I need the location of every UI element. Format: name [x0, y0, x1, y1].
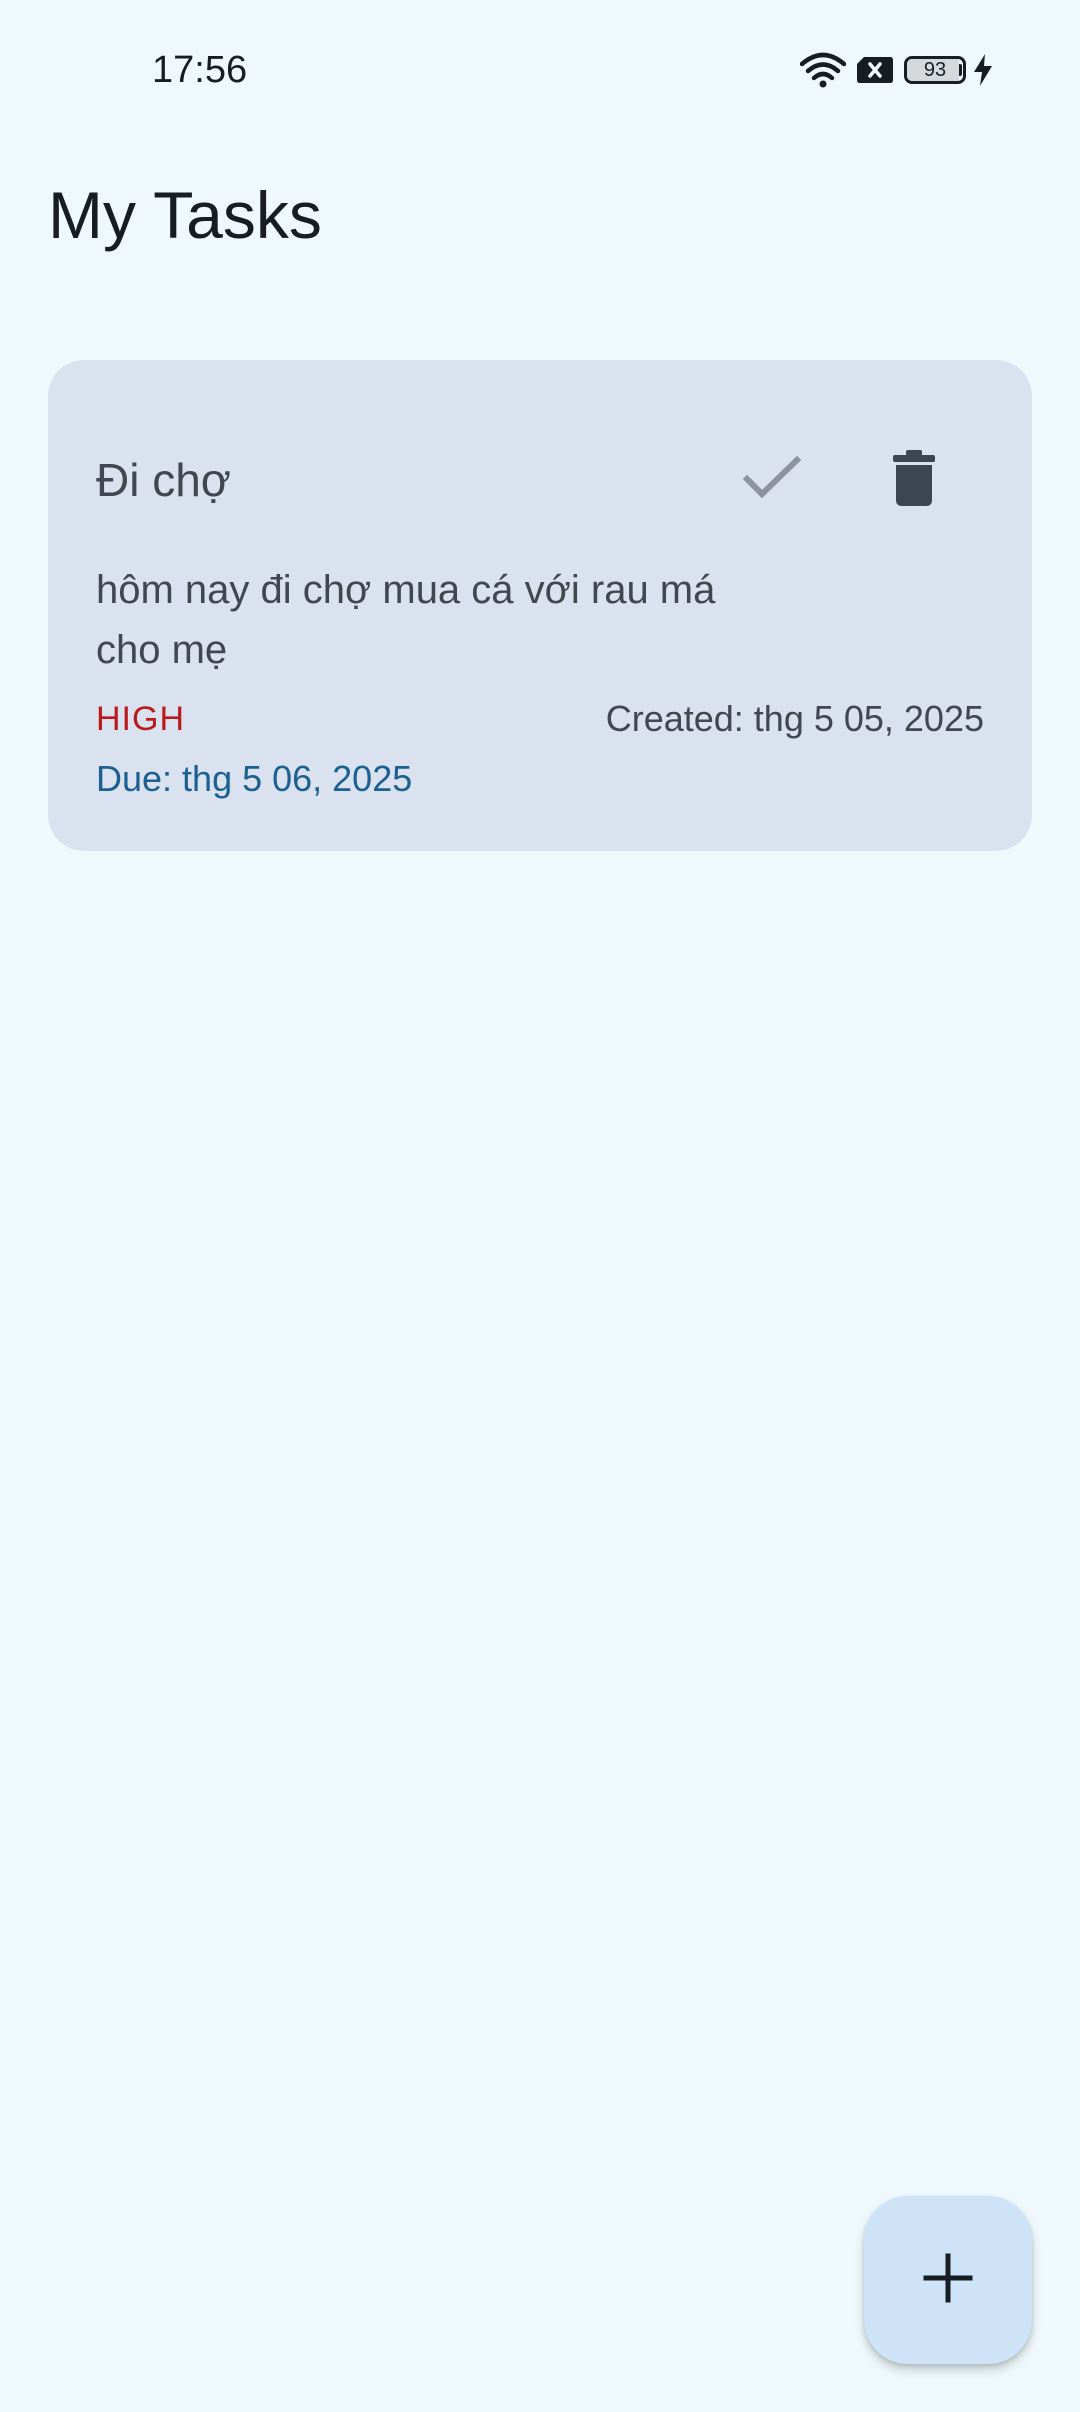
due-date: Due: thg 5 06, 2025	[96, 758, 413, 799]
add-task-button[interactable]	[864, 2196, 1032, 2364]
battery-icon: 93	[904, 56, 966, 84]
status-bar: 17:56 93	[0, 0, 1080, 140]
delete-task-button[interactable]	[866, 432, 962, 528]
wifi-icon	[800, 52, 846, 88]
task-title: Đi chợ	[96, 454, 231, 506]
complete-task-button[interactable]	[724, 432, 820, 528]
status-time: 17:56	[152, 49, 248, 91]
plus-icon	[923, 2253, 973, 2308]
created-date: Created: thg 5 05, 2025	[605, 698, 984, 739]
status-icons: 93	[800, 48, 994, 92]
charging-bolt-icon	[972, 53, 994, 87]
task-card[interactable]: Đi chợ hôm nay đi chợ mua cá với rau má …	[48, 360, 1032, 851]
no-sim-icon	[856, 55, 894, 85]
page-title: My Tasks	[48, 178, 322, 252]
trash-icon	[892, 449, 936, 511]
priority-label: HIGH	[96, 700, 185, 738]
battery-level: 93	[923, 59, 947, 81]
task-description: hôm nay đi chợ mua cá với rau má cho mẹ	[96, 568, 716, 672]
check-icon	[742, 454, 802, 507]
